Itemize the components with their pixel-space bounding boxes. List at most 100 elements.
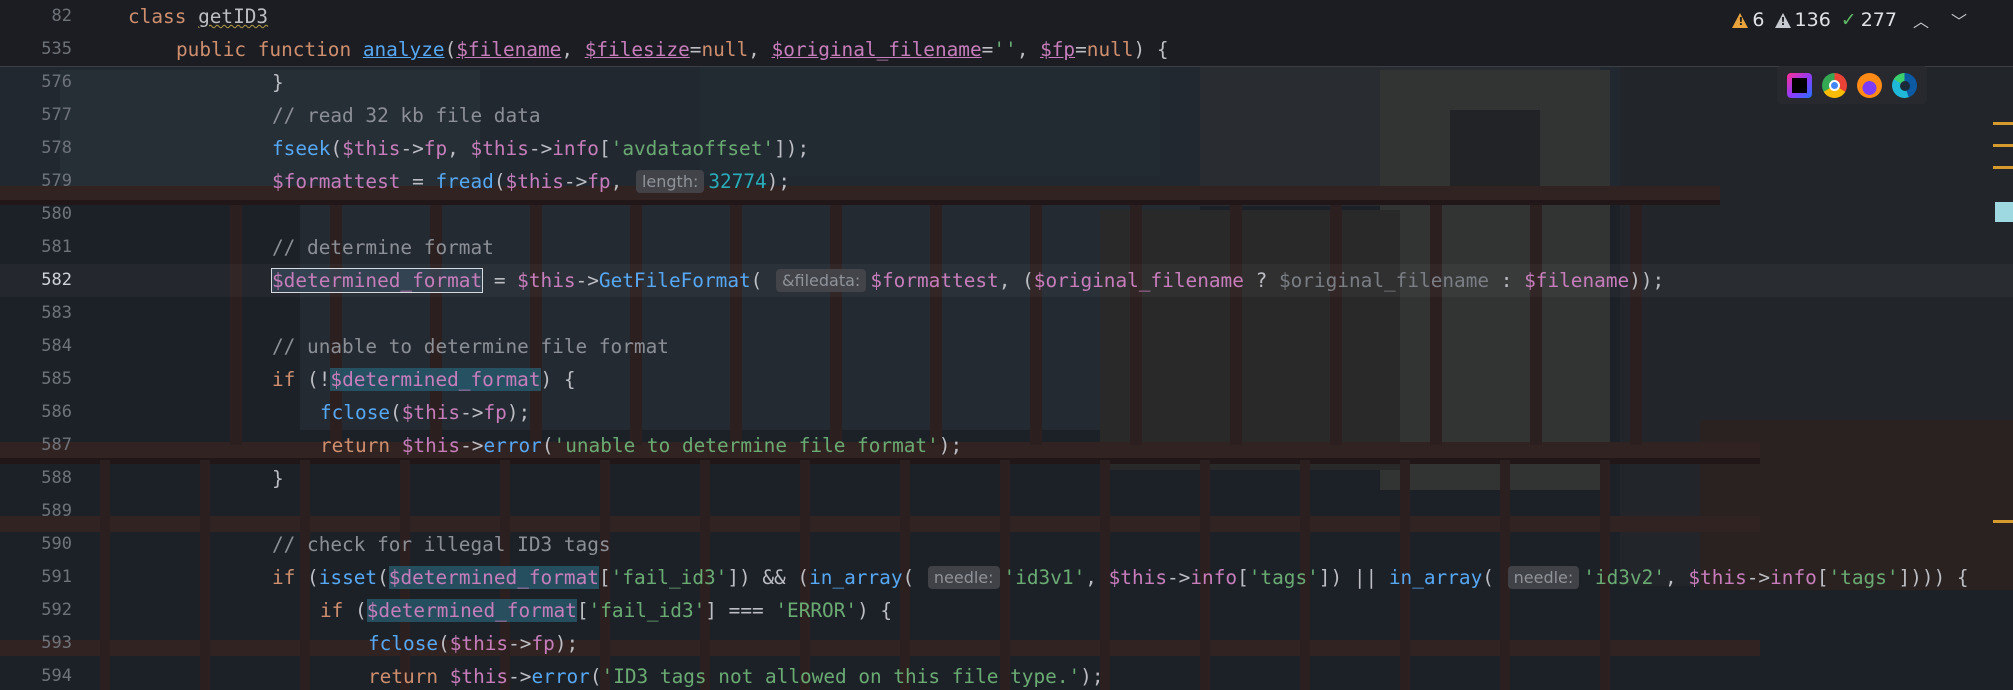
inspection-widget[interactable]: 6 136 ✓277 ︿ ﹀ bbox=[1732, 0, 1973, 40]
code-line: return $this->error('unable to determine… bbox=[320, 434, 963, 457]
variable: $this bbox=[1688, 566, 1747, 589]
string: 'id3v2' bbox=[1583, 566, 1666, 589]
line-number: 591 bbox=[41, 567, 72, 587]
code-row: 590 // check for illegal ID3 tags bbox=[0, 528, 2013, 561]
firefox-icon[interactable] bbox=[1857, 72, 1882, 98]
line-number: 584 bbox=[41, 336, 72, 356]
line-number: 580 bbox=[41, 204, 72, 224]
function-name: analyze bbox=[362, 38, 445, 61]
code-line: if ($determined_format['fail_id3'] === '… bbox=[320, 599, 893, 622]
code-line: } bbox=[272, 467, 284, 490]
code-line: fclose($this->fp); bbox=[320, 401, 531, 424]
parameter-hint: needle: bbox=[927, 566, 1000, 589]
scrollbar-markers[interactable] bbox=[1993, 66, 2013, 690]
edge-icon[interactable] bbox=[1892, 72, 1917, 98]
variable: $this bbox=[517, 269, 576, 292]
phpstorm-icon[interactable] bbox=[1787, 72, 1812, 98]
function-call: fclose bbox=[368, 632, 439, 655]
warning-marker[interactable] bbox=[1993, 144, 2013, 147]
chrome-icon[interactable] bbox=[1822, 72, 1847, 98]
class-name: getID3 bbox=[198, 5, 269, 28]
function-call: fseek bbox=[272, 137, 331, 160]
comment: // read 32 kb file data bbox=[272, 104, 541, 127]
warnings-counter[interactable]: 6 bbox=[1732, 9, 1765, 31]
parameter: $original_filename bbox=[771, 38, 982, 61]
code-row: 594 return $this->error('ID3 tags not al… bbox=[0, 660, 2013, 690]
string: 'fail_id3' bbox=[588, 599, 706, 622]
warning-marker[interactable] bbox=[1993, 122, 2013, 125]
code-row: 591 if (isset($determined_format['fail_i… bbox=[0, 561, 2013, 594]
code-line: public function analyze($filename, $file… bbox=[176, 38, 1169, 61]
parameter-hint: length: bbox=[635, 170, 705, 193]
string: 'ERROR' bbox=[775, 599, 858, 622]
keyword: null bbox=[701, 38, 749, 61]
variable: $formattest bbox=[870, 269, 999, 292]
code-line: return $this->error('ID3 tags not allowe… bbox=[368, 665, 1104, 688]
variable: $this bbox=[449, 665, 509, 688]
keyword: public bbox=[176, 38, 247, 61]
line-number: 587 bbox=[41, 435, 72, 455]
code-line: // unable to determine file format bbox=[272, 330, 669, 363]
code-line: // read 32 kb file data bbox=[272, 99, 541, 132]
variable: $this bbox=[1108, 566, 1167, 589]
code-row: 579 $formattest = fread($this->fp, lengt… bbox=[0, 165, 2013, 198]
line-number: 535 bbox=[41, 39, 72, 59]
property: info bbox=[552, 137, 599, 160]
code-row: 581 // determine format bbox=[0, 231, 2013, 264]
property: fp bbox=[483, 401, 507, 424]
line-number: 581 bbox=[41, 237, 72, 257]
keyword: return bbox=[368, 665, 439, 688]
warning-marker[interactable] bbox=[1993, 520, 2013, 523]
string: 'fail_id3' bbox=[610, 566, 728, 589]
variable: $this bbox=[449, 632, 509, 655]
code-editor[interactable]: 576 } 577 // read 32 kb file data 578 fs… bbox=[0, 66, 2013, 690]
variable: $original_filename bbox=[1278, 269, 1490, 292]
line-number: 582 bbox=[41, 270, 72, 290]
method-call: error bbox=[483, 434, 542, 457]
weak-warnings-counter[interactable]: 136 bbox=[1774, 9, 1831, 31]
variable: $this bbox=[470, 137, 529, 160]
property: fp bbox=[423, 137, 448, 160]
typos-counter[interactable]: ✓ 277 bbox=[1841, 9, 1897, 31]
code-row: 577 // read 32 kb file data bbox=[0, 99, 2013, 132]
sticky-scope-function[interactable]: 535 public function analyze($filename, $… bbox=[0, 33, 2013, 67]
function-call: fclose bbox=[320, 401, 391, 424]
line-number: 594 bbox=[41, 666, 72, 686]
browser-preview-toolbar bbox=[1777, 66, 1927, 104]
line-number: 576 bbox=[41, 72, 72, 92]
keyword: null bbox=[1086, 38, 1134, 61]
chevron-up-icon[interactable]: ︿ bbox=[1907, 8, 1935, 32]
code-line: class getID3 bbox=[128, 0, 268, 33]
property: fp bbox=[531, 632, 555, 655]
number: 32774 bbox=[708, 170, 767, 193]
variable: $formattest bbox=[272, 170, 401, 193]
ok-count: 277 bbox=[1860, 9, 1897, 31]
code-row: 588 } bbox=[0, 462, 2013, 495]
sticky-scope-class[interactable]: 82 class getID3 bbox=[0, 0, 2013, 33]
string: 'tags' bbox=[1828, 566, 1899, 589]
keyword: function bbox=[257, 38, 352, 61]
keyword: return bbox=[320, 434, 391, 457]
warning-marker[interactable] bbox=[1993, 166, 2013, 169]
line-number: 585 bbox=[41, 369, 72, 389]
line-number: 588 bbox=[41, 468, 72, 488]
variable: $determined_format bbox=[388, 566, 599, 589]
line-number: 590 bbox=[41, 534, 72, 554]
warnings-count: 6 bbox=[1752, 9, 1765, 31]
scroll-thumb[interactable] bbox=[1995, 202, 2013, 222]
weak-warning-icon bbox=[1774, 12, 1791, 28]
keyword: if bbox=[272, 368, 296, 391]
code-line: fseek($this->fp, $this->info['avdataoffs… bbox=[272, 137, 810, 160]
parameter-hint: needle: bbox=[1507, 566, 1580, 589]
parameter: $filesize bbox=[584, 38, 690, 61]
code-line: // determine format bbox=[272, 231, 494, 264]
comment: // check for illegal ID3 tags bbox=[272, 533, 611, 556]
code-row: 578 fseek($this->fp, $this->info['avdata… bbox=[0, 132, 2013, 165]
chevron-down-icon[interactable]: ﹀ bbox=[1945, 8, 1973, 32]
code-row: 576 } bbox=[0, 66, 2013, 99]
variable: $original_filename bbox=[1033, 269, 1244, 292]
comment: // unable to determine file format bbox=[272, 335, 669, 358]
property: info bbox=[1190, 566, 1238, 589]
line-number: 583 bbox=[41, 303, 72, 323]
variable-caret: $determined_format bbox=[270, 268, 484, 293]
